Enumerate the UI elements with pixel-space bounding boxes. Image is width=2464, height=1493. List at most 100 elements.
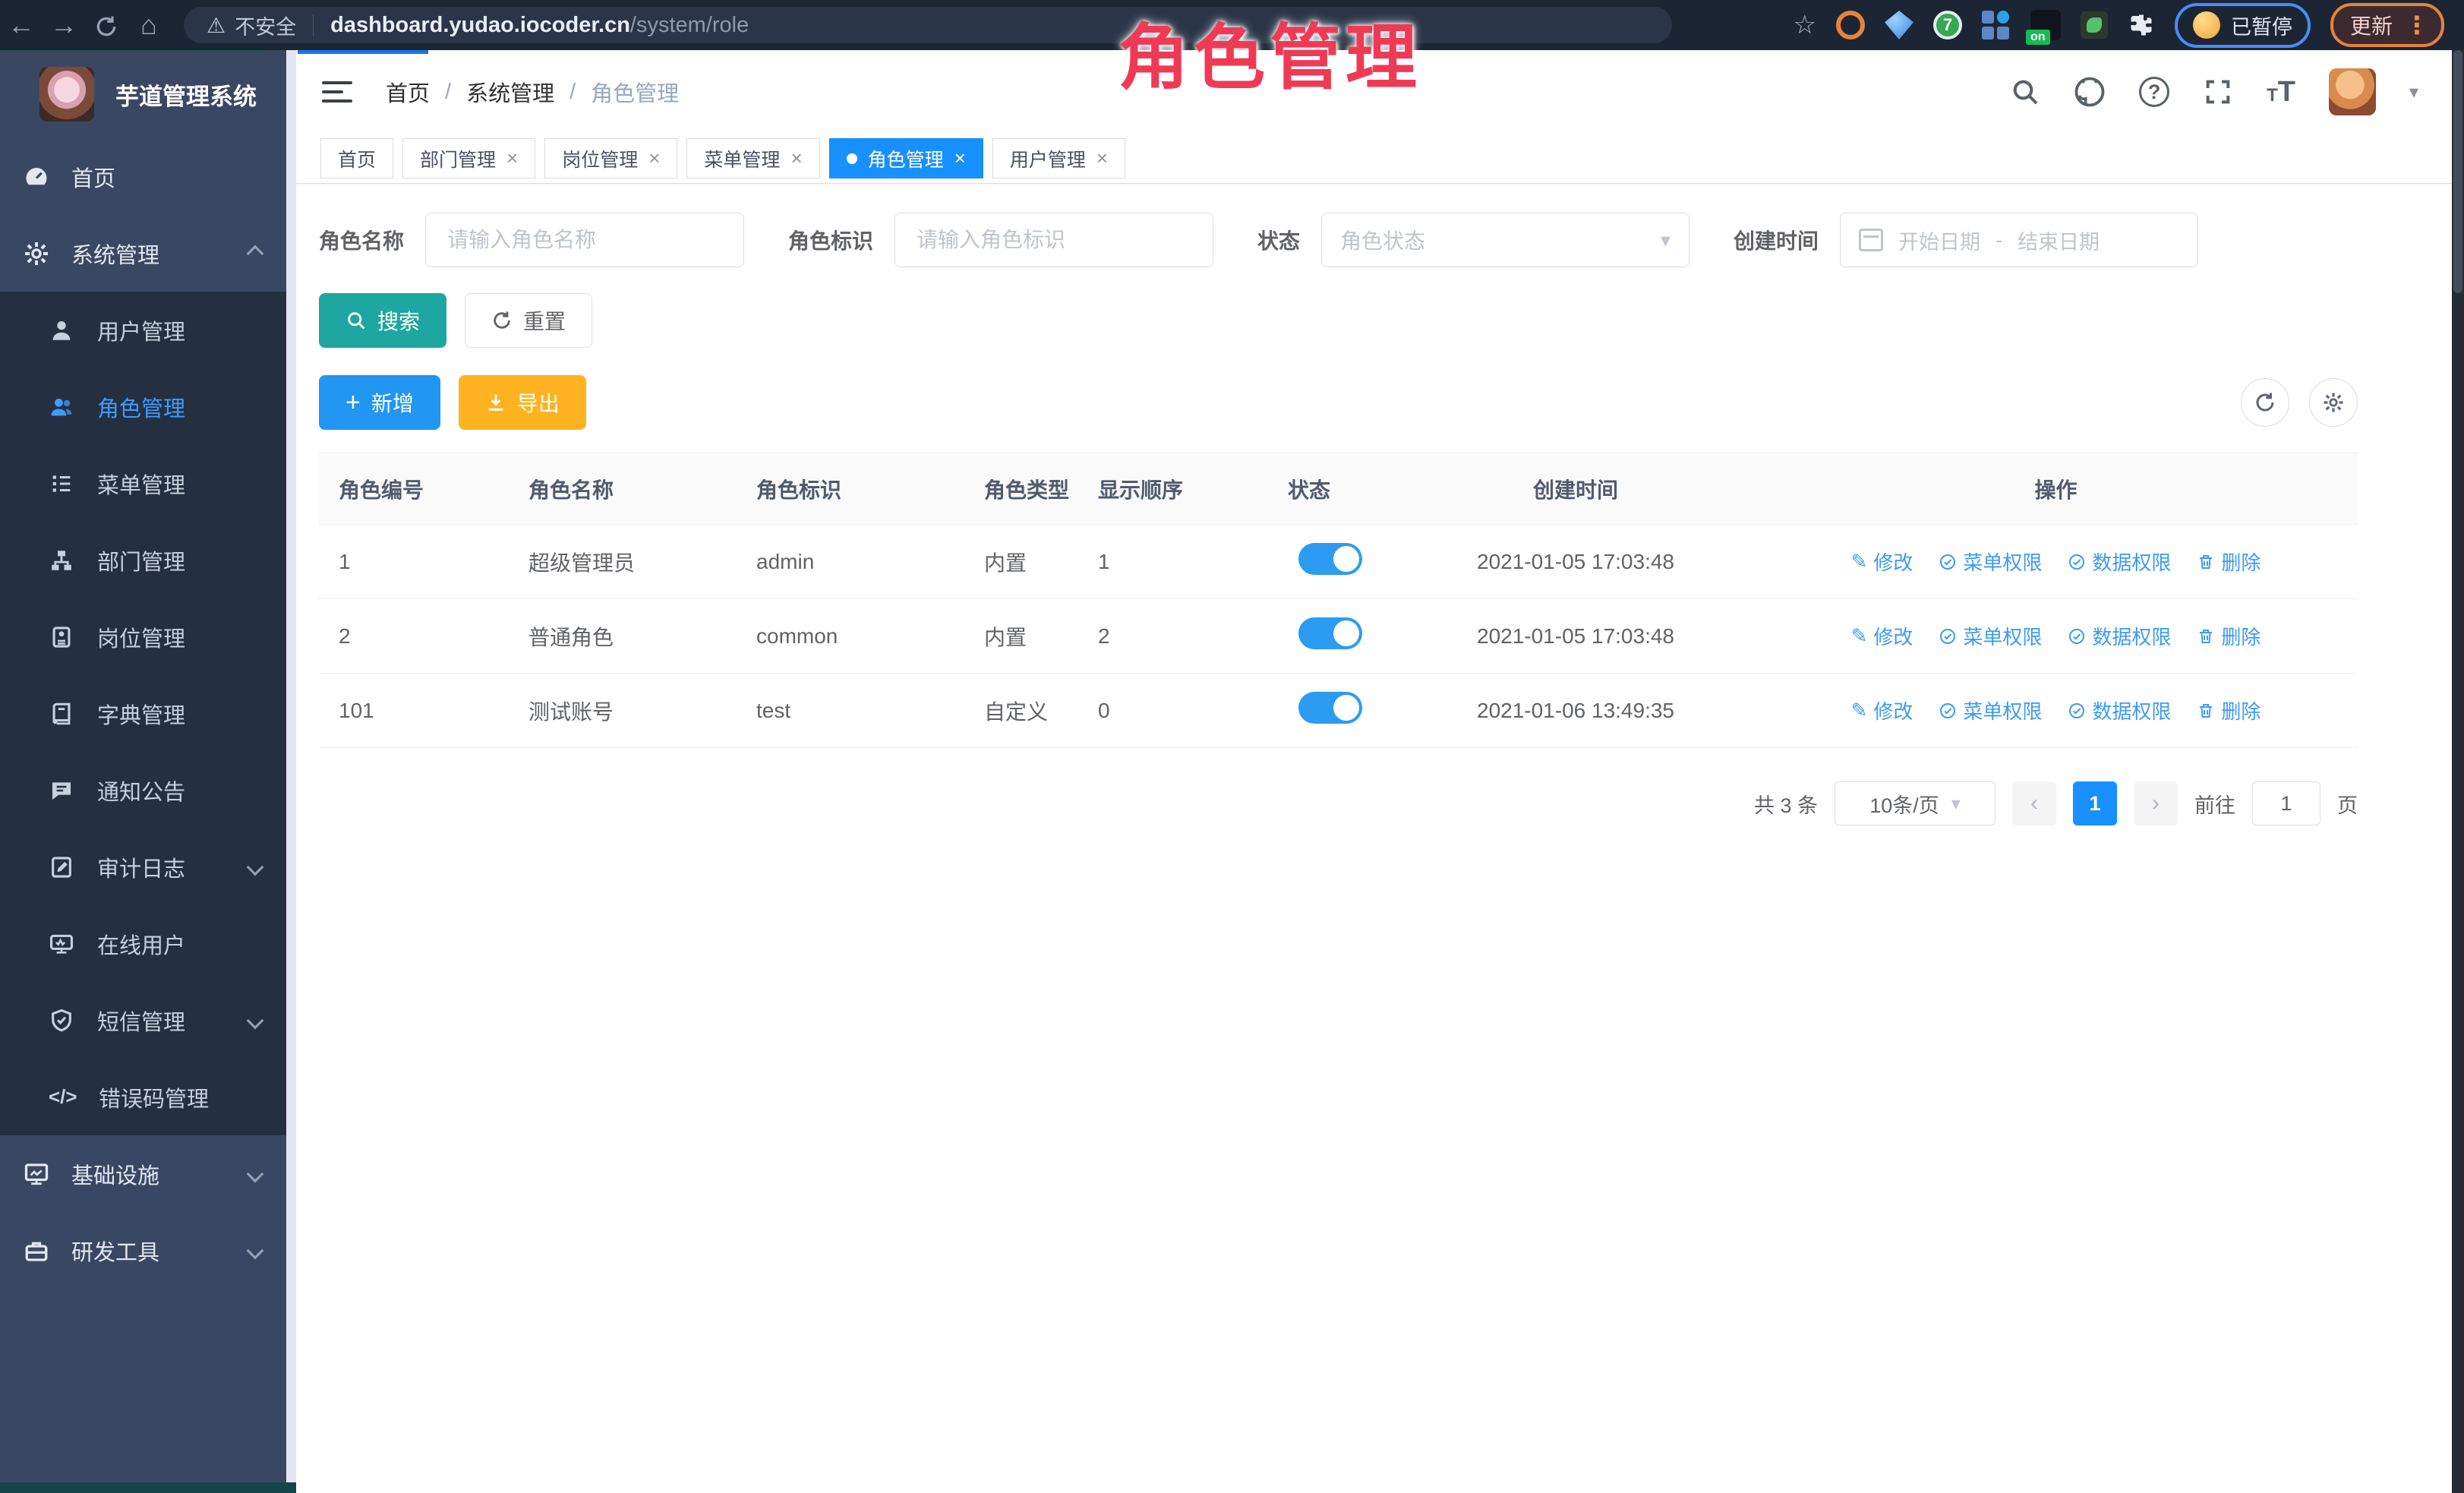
sidebar-item-error-codes[interactable]: </> 错误码管理 — [0, 1059, 296, 1135]
menu-permission-link[interactable]: 菜单权限 — [1939, 622, 2042, 650]
extension-icon-grid[interactable] — [1982, 11, 2011, 39]
page-size-select[interactable]: 10条/页 ▾ — [1835, 781, 1995, 825]
bookmark-star-icon[interactable]: ☆ — [1794, 10, 1816, 40]
data-permission-link[interactable]: 数据权限 — [2068, 548, 2171, 576]
user-avatar[interactable] — [2329, 68, 2376, 115]
browser-update-button[interactable]: 更新 ⋮ — [2330, 3, 2444, 47]
export-button[interactable]: 导出 — [459, 375, 586, 430]
reset-button[interactable]: 重置 — [465, 293, 592, 348]
sidebar-collapse-icon[interactable] — [322, 81, 352, 103]
circle-check-icon — [1939, 702, 1957, 720]
github-icon[interactable] — [2074, 76, 2106, 108]
chat-bubble-icon — [49, 778, 74, 803]
extension-icon-dark[interactable]: on — [2030, 10, 2061, 40]
sidebar-item-departments[interactable]: 部门管理 — [0, 522, 296, 598]
sidebar-item-dictionary[interactable]: 字典管理 — [0, 675, 296, 752]
window-scrollbar[interactable] — [2452, 50, 2464, 1493]
status-toggle-on[interactable] — [1298, 617, 1362, 649]
tab-posts[interactable]: 岗位管理× — [544, 138, 677, 178]
data-permission-link[interactable]: 数据权限 — [2068, 622, 2171, 650]
sidebar-item-menus[interactable]: 菜单管理 — [0, 445, 296, 522]
page-1-button[interactable]: 1 — [2073, 781, 2117, 825]
next-page-button[interactable]: › — [2134, 781, 2178, 825]
role-name-input[interactable] — [425, 213, 744, 267]
status-select[interactable]: 角色状态 ▾ — [1321, 213, 1689, 267]
sidebar-item-users[interactable]: 用户管理 — [0, 292, 296, 368]
goto-page-input[interactable] — [2252, 781, 2320, 825]
menu-permission-link[interactable]: 菜单权限 — [1939, 548, 2042, 576]
trash-icon — [2197, 702, 2215, 720]
sidebar-item-online-users[interactable]: 在线用户 — [0, 905, 296, 982]
close-icon[interactable]: × — [648, 147, 660, 170]
sidebar-item-roles[interactable]: 角色管理 — [0, 368, 296, 445]
breadcrumb-system[interactable]: 系统管理 — [466, 76, 554, 108]
delete-link[interactable]: 删除 — [2197, 622, 2261, 650]
date-range-picker[interactable]: 开始日期 - 结束日期 — [1840, 213, 2198, 267]
text-size-icon[interactable]: TT — [2267, 76, 2295, 109]
tab-users[interactable]: 用户管理× — [992, 138, 1125, 178]
extension-icon-blue-gem[interactable] — [1885, 11, 1913, 39]
delete-link[interactable]: 删除 — [2197, 548, 2261, 576]
extension-icon-green[interactable]: 7 — [1933, 11, 1962, 39]
delete-link[interactable]: 删除 — [2197, 696, 2261, 724]
reload-icon[interactable] — [85, 9, 128, 41]
home-icon[interactable]: ⌂ — [128, 9, 170, 41]
address-bar[interactable]: ⚠ 不安全 dashboard.yudao.iocoder.cn /system… — [184, 7, 1672, 43]
edit-link[interactable]: ✎修改 — [1851, 696, 1913, 724]
header-display-order: 显示顺序 — [1078, 474, 1268, 504]
sidebar-item-home[interactable]: 首页 — [0, 138, 296, 215]
sidebar-item-posts[interactable]: 岗位管理 — [0, 598, 296, 675]
table-toolbar: + 新增 导出 — [319, 375, 2358, 430]
url-path[interactable]: /system/role — [630, 13, 749, 38]
extensions-puzzle-icon[interactable] — [2128, 11, 2155, 39]
url-domain[interactable]: dashboard.yudao.iocoder.cn — [330, 13, 630, 38]
plus-icon: + — [345, 390, 361, 415]
tab-roles-active[interactable]: 角色管理× — [829, 138, 983, 178]
scrollbar-thumb[interactable] — [2453, 50, 2462, 293]
sidebar-item-notices[interactable]: 通知公告 — [0, 752, 296, 829]
profile-paused-pill[interactable]: 已暂停 — [2175, 3, 2311, 48]
system-submenu: 用户管理 角色管理 菜单管理 部门管理 岗位管理 字典管理 通知公告 审计日志 — [0, 292, 296, 1135]
status-toggle-on[interactable] — [1298, 543, 1362, 575]
sidebar-logo[interactable]: 芋道管理系统 — [0, 50, 296, 138]
tab-departments[interactable]: 部门管理× — [402, 138, 535, 178]
close-icon[interactable]: × — [954, 147, 966, 170]
sidebar-scrollbar[interactable] — [286, 50, 296, 1493]
prev-page-button[interactable]: ‹ — [2012, 781, 2056, 825]
role-key-input[interactable] — [894, 213, 1213, 267]
tab-menus[interactable]: 菜单管理× — [686, 138, 819, 178]
search-icon[interactable] — [2010, 77, 2040, 107]
menu-permission-link[interactable]: 菜单权限 — [1939, 696, 2042, 724]
close-icon[interactable]: × — [790, 147, 802, 170]
search-button[interactable]: 搜索 — [319, 293, 446, 348]
sidebar-item-infrastructure[interactable]: 基础设施 — [0, 1135, 296, 1212]
code-icon: </> — [49, 1085, 76, 1109]
add-button[interactable]: + 新增 — [319, 375, 440, 430]
tab-home[interactable]: 首页 — [320, 138, 393, 178]
page-loading-bar — [298, 50, 428, 54]
back-icon[interactable]: ← — [0, 9, 43, 41]
browser-menu-kebab-icon[interactable]: ⋮ — [2405, 11, 2429, 39]
avatar-caret-down-icon[interactable]: ▾ — [2409, 81, 2418, 103]
data-permission-link[interactable]: 数据权限 — [2068, 696, 2171, 724]
forward-icon[interactable]: → — [43, 9, 85, 41]
sidebar-item-dev-tools[interactable]: 研发工具 — [0, 1212, 296, 1289]
close-icon[interactable]: × — [506, 147, 518, 170]
extension-icon-orange-ring[interactable] — [1836, 11, 1865, 39]
breadcrumb: 首页 / 系统管理 / 角色管理 — [386, 76, 679, 108]
monitor-icon — [49, 931, 74, 957]
edit-link[interactable]: ✎修改 — [1851, 622, 1913, 650]
refresh-table-button[interactable] — [2241, 378, 2289, 427]
sidebar-item-system[interactable]: 系统管理 — [0, 215, 296, 292]
breadcrumb-home[interactable]: 首页 — [386, 76, 430, 108]
sidebar-item-sms[interactable]: 短信管理 — [0, 982, 296, 1059]
fullscreen-icon[interactable] — [2203, 77, 2233, 107]
docs-question-icon[interactable]: ? — [2139, 77, 2169, 107]
sidebar-item-audit-log[interactable]: 审计日志 — [0, 829, 296, 905]
column-settings-button[interactable] — [2309, 378, 2358, 427]
status-toggle-on[interactable] — [1298, 692, 1362, 724]
edit-link[interactable]: ✎修改 — [1851, 548, 1913, 576]
security-label[interactable]: 不安全 — [235, 11, 296, 40]
extension-icon-leaf[interactable] — [2081, 11, 2108, 39]
close-icon[interactable]: × — [1096, 147, 1108, 170]
